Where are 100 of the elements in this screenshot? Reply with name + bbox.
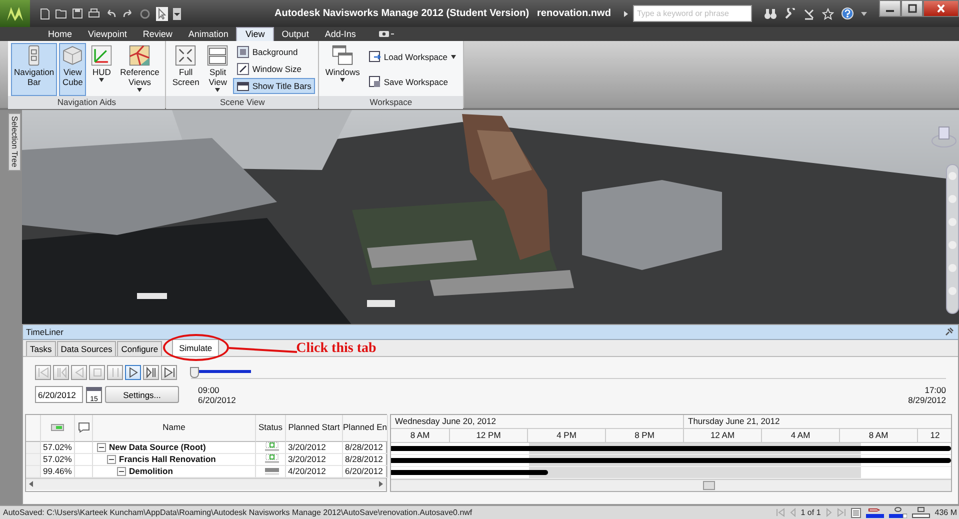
collapse-icon[interactable] (97, 442, 106, 452)
ribbon-tab[interactable]: View (236, 27, 274, 41)
ribbon-button[interactable]: Navigation Bar (11, 43, 58, 96)
ribbon-button[interactable]: Split View (204, 43, 232, 96)
skip-start-icon (36, 364, 50, 380)
redo-icon[interactable] (122, 8, 134, 18)
start-date-cell: 3/20/2012 (286, 454, 343, 466)
star-icon[interactable] (822, 8, 834, 20)
group-title: Scene View (166, 96, 318, 109)
network-meter-icon (912, 507, 930, 518)
group-title: Navigation Aids (8, 96, 166, 109)
playback-button[interactable] (161, 364, 177, 380)
column-header[interactable]: Status (256, 414, 286, 442)
cube-icon (62, 45, 84, 66)
playback-button[interactable] (125, 364, 141, 380)
annotation-text: Click this tab (296, 340, 376, 357)
window-title: Autodesk Navisworks Manage 2012 (Student Version) (274, 8, 530, 19)
step-forward-icon (144, 364, 158, 380)
ribbon-tab[interactable]: Add-Ins (316, 28, 364, 41)
open-folder-icon[interactable] (54, 8, 66, 19)
gantt-bar[interactable] (391, 458, 951, 463)
slider-thumb[interactable] (190, 366, 199, 378)
load-workspace-icon (368, 50, 381, 62)
ribbon-button[interactable]: Full Screen (169, 43, 202, 96)
date-field[interactable]: 6/20/2012 (35, 386, 83, 404)
ribbon-tab[interactable]: Viewpoint (80, 28, 135, 41)
hour-header: 12 PM (450, 428, 528, 443)
panel-title: TimeLiner (26, 326, 64, 337)
status-message: AutoSaved: C:\Users\Karteek Kuncham\AppData\Roaming\Autodesk Navisworks Manage 2012\AutoSave\renovation.Autosave0.nwf (3, 508, 474, 517)
ribbon-button[interactable]: Windows (322, 43, 363, 96)
axes-icon (91, 45, 112, 66)
playback-button[interactable] (143, 364, 159, 380)
ribbon-tab[interactable]: Output (274, 28, 317, 41)
column-header[interactable]: Name (93, 414, 256, 442)
progress-icon (50, 424, 64, 432)
ribbon-tab[interactable]: Animation (180, 28, 236, 41)
horizontal-scrollbar[interactable] (391, 478, 951, 491)
ribbon-tab[interactable]: Home (40, 28, 80, 41)
close-icon (936, 4, 946, 13)
column-header[interactable]: Planned Start (286, 414, 343, 442)
collapse-icon[interactable] (117, 466, 126, 476)
ribbon-button[interactable]: Load Workspace (364, 48, 460, 64)
memory-usage: 436 M (934, 508, 957, 517)
panel-tab[interactable]: Data Sources (56, 340, 116, 356)
restore-button[interactable] (901, 0, 923, 17)
minimize-button[interactable] (879, 0, 901, 17)
ribbon-button[interactable]: Save Workspace (364, 74, 460, 90)
help-icon[interactable] (841, 7, 854, 20)
collapse-icon[interactable] (107, 454, 116, 464)
close-button[interactable] (923, 0, 959, 17)
end-time: 17:00 (924, 384, 946, 395)
end-date-cell: 8/28/2012 (343, 442, 388, 454)
print-icon[interactable] (88, 8, 100, 19)
restore-icon (907, 4, 917, 13)
panel-tab[interactable]: Configure (117, 340, 162, 356)
ribbon-tab[interactable]: Review (134, 28, 180, 41)
hour-header: 4 PM (528, 428, 606, 443)
ribbon-button[interactable]: Reference Views (117, 43, 162, 96)
progress-cell: 57.02% (41, 442, 75, 454)
ribbon-button[interactable]: HUD (88, 43, 116, 96)
sheet-list-icon[interactable] (850, 508, 861, 518)
side-tab[interactable]: Selection Tree (8, 113, 21, 171)
gantt-bar[interactable] (391, 446, 951, 451)
hour-header: 8 PM (606, 428, 684, 443)
hour-header: 4 AM (762, 428, 840, 443)
pin-icon[interactable] (944, 327, 954, 336)
picture-frame-icon (237, 46, 250, 58)
settings-button[interactable]: Settings... (105, 386, 179, 404)
panel-tab[interactable]: Tasks (26, 340, 56, 356)
gantt-bar[interactable] (391, 470, 548, 475)
panel-tab[interactable]: Simulate (172, 338, 220, 356)
save-icon[interactable] (72, 8, 82, 19)
ribbon-button[interactable]: Show Title Bars (233, 78, 316, 94)
binoculars-icon[interactable] (764, 8, 777, 20)
start-date: 6/20/2012 (198, 394, 236, 405)
page-indicator: 1 of 1 (800, 508, 821, 517)
camera-icon (378, 30, 394, 38)
wrench-icon[interactable] (784, 8, 796, 20)
new-file-icon[interactable] (40, 8, 50, 20)
end-date: 8/29/2012 (908, 394, 946, 405)
stacked-windows-icon (332, 45, 354, 66)
ribbon-button[interactable]: Background (233, 44, 316, 60)
progress-cell: 57.02% (41, 454, 75, 466)
hour-header: 8 AM (840, 428, 918, 443)
caret-icon[interactable] (861, 10, 867, 16)
ribbon-button[interactable]: View Cube (59, 43, 86, 96)
resize-icon (237, 62, 250, 75)
cursor-icon[interactable] (156, 6, 168, 20)
dropdown-icon[interactable] (172, 8, 180, 20)
hour-header: 12 (918, 428, 951, 443)
status-bar-icon (264, 466, 280, 476)
ribbon-button[interactable]: Window Size (233, 60, 316, 77)
expand-arrow-icon[interactable] (622, 10, 629, 18)
undo-icon[interactable] (104, 8, 116, 18)
horizontal-scrollbar[interactable] (26, 478, 386, 490)
app-menu-button[interactable] (0, 0, 30, 27)
search-field[interactable]: Type a keyword or phrase (632, 5, 752, 22)
file-name: renovation.nwd (537, 8, 611, 19)
task-name: Francis Hall Renovation (119, 454, 216, 465)
column-header[interactable]: Planned En (343, 414, 388, 442)
